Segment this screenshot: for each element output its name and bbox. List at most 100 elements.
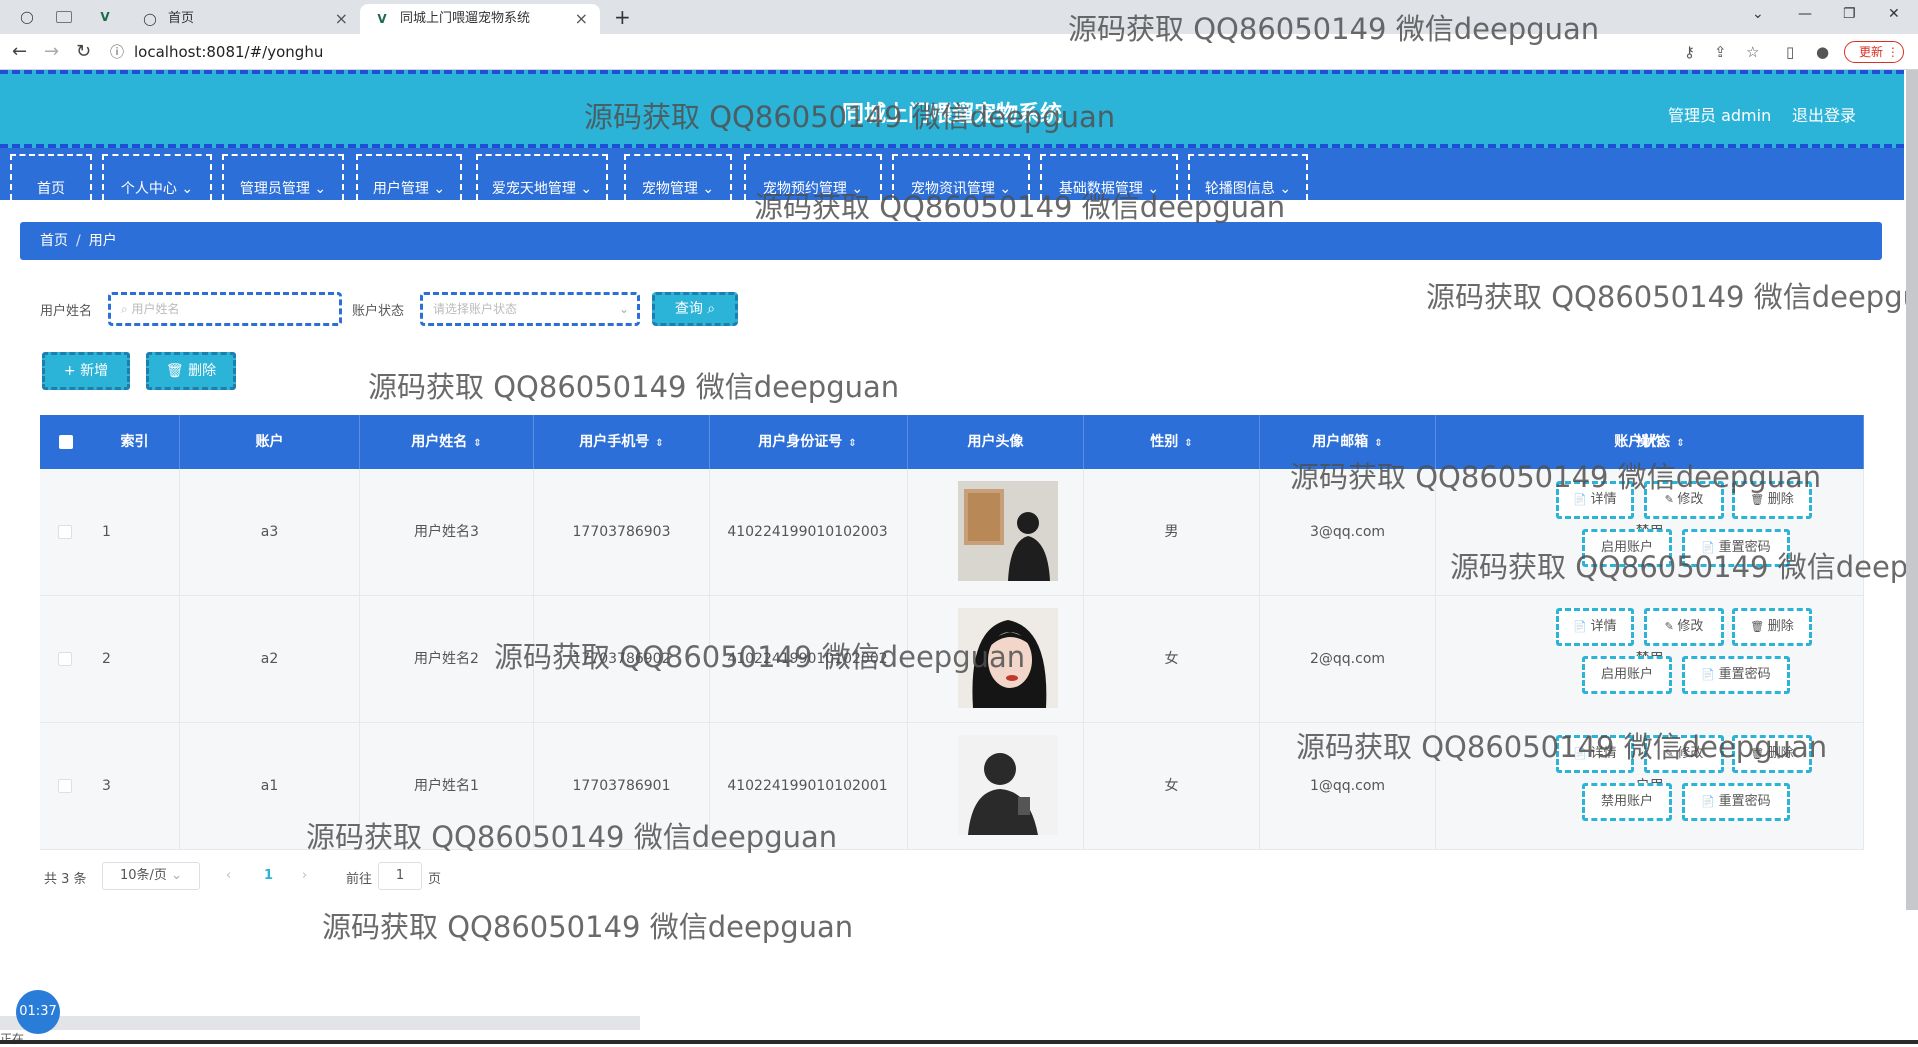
menu-item-0[interactable]: 首页 [10,154,92,200]
cell-avatar [908,469,1084,596]
reload-icon[interactable]: ↻ [76,41,91,62]
minimize-icon[interactable]: — [1798,6,1812,22]
toggle-account-button[interactable]: 启用账户 [1582,529,1672,567]
horizontal-scrollbar[interactable] [0,1016,640,1030]
sidebar-icon[interactable]: ▯ [1786,43,1794,61]
toggle-account-button[interactable]: 禁用账户 [1582,783,1672,821]
select-all-checkbox[interactable] [59,435,73,449]
op-label: 重置密码 [1718,540,1771,555]
page-size-select[interactable]: 10条/页 ⌄ [102,862,200,890]
detail-button[interactable]: 📄 详情 [1556,608,1634,646]
share-icon[interactable]: ⇪ [1714,43,1727,61]
restore-icon[interactable]: ❐ [1843,6,1856,22]
cell-gender: 女 [1084,723,1260,850]
reset-password-button[interactable]: 📄 重置密码 [1682,656,1790,694]
update-button[interactable]: 更新 ⋮ [1844,41,1904,63]
window-menu-icon[interactable]: ◯ [18,8,36,26]
menu-item-4[interactable]: 爱宠天地管理 ⌄ [476,154,608,200]
breadcrumb-home[interactable]: 首页 [40,233,68,249]
column-header[interactable]: 用户邮箱 ⇕ [1260,415,1436,469]
edit-button[interactable]: ✎ 修改 [1644,481,1724,519]
url-input[interactable]: ⓘ localhost:8081/#/yonghu [110,38,1640,66]
menu-item-2[interactable]: 管理员管理 ⌄ [222,154,344,200]
tab-home[interactable]: ◯ 首页 × [128,4,360,34]
document-icon: 📄 [1573,493,1591,506]
cell-phone: 17703786901 [534,723,710,850]
sort-icon[interactable]: ⇕ [473,438,481,449]
batch-delete-button[interactable]: 🗑 删除 [146,352,236,390]
status-select[interactable]: 请选择账户状态 ⌄ [420,292,640,326]
reset-password-button[interactable]: 📄 重置密码 [1682,529,1790,567]
tab-search-icon[interactable] [56,11,72,23]
document-icon: 📄 [1573,747,1591,760]
column-header-label: 用户姓名 [411,434,468,450]
next-page-icon[interactable]: › [302,868,307,883]
current-page[interactable]: 1 [264,868,273,883]
status-filter-label: 账户状态 [352,304,405,319]
row-checkbox[interactable] [58,779,72,793]
close-icon[interactable]: × [575,4,588,34]
search-icon: ⌕ [707,301,716,317]
delete-button[interactable]: 🗑 删除 [1732,481,1812,519]
sort-icon[interactable]: ⇕ [655,438,663,449]
sort-icon[interactable]: ⇕ [1184,438,1192,449]
goto-page-input[interactable]: 1 [378,862,422,890]
menu-item-3[interactable]: 用户管理 ⌄ [356,154,462,200]
key-icon[interactable]: ⚷ [1684,43,1695,61]
menu-item-5[interactable]: 宠物管理 ⌄ [624,154,732,200]
op-label: 禁用账户 [1600,794,1653,809]
column-header[interactable]: 用户身份证号 ⇕ [708,415,908,469]
name-placeholder: 用户姓名 [131,302,180,316]
menu-item-8[interactable]: 基础数据管理 ⌄ [1040,154,1178,200]
cell-name: 用户姓名3 [360,469,534,596]
column-header[interactable]: 用户手机号 ⇕ [534,415,710,469]
reset-password-button[interactable]: 📄 重置密码 [1682,783,1790,821]
address-bar: ← → ↻ ⓘ localhost:8081/#/yonghu ⚷ ⇪ ☆ ▯ ●… [0,34,1918,70]
menu-item-1[interactable]: 个人中心 ⌄ [102,154,212,200]
sort-icon[interactable]: ⇕ [1374,438,1382,449]
document-icon: 📄 [1701,795,1719,808]
column-header[interactable]: 用户头像 [908,415,1084,469]
logout-link[interactable]: 退出登录 [1792,102,1856,126]
detail-button[interactable]: 📄 详情 [1556,481,1634,519]
edit-button[interactable]: ✎ 修改 [1644,608,1724,646]
status-placeholder: 请选择账户状态 [433,302,518,316]
menu-item-7[interactable]: 宠物资讯管理 ⌄ [892,154,1030,200]
back-icon[interactable]: ← [12,41,27,62]
op-label: 启用账户 [1600,667,1653,682]
chevron-down-icon[interactable]: ⌄ [1752,6,1764,22]
sort-icon[interactable]: ⇕ [848,438,856,449]
tab-system[interactable]: V 同城上门喂遛宠物系统 × [360,4,600,34]
recording-timer: 01:37 [16,990,60,1034]
detail-button[interactable]: 📄 详情 [1556,735,1634,773]
cell-account: a3 [180,469,360,596]
close-icon[interactable]: × [335,4,348,34]
column-header: 操作 [1436,415,1864,469]
forward-icon[interactable]: → [44,41,59,62]
app-title: 同城上门喂遛宠物系统 [841,102,1062,127]
menu-item-6[interactable]: 宠物预约管理 ⌄ [744,154,882,200]
delete-button[interactable]: 🗑 删除 [1732,608,1812,646]
add-button[interactable]: + 新增 [42,352,130,390]
toggle-account-button[interactable]: 启用账户 [1582,656,1672,694]
edit-button[interactable]: ✎ 修改 [1644,735,1724,773]
name-search-input[interactable]: ⌕ 用户姓名 [108,292,342,326]
delete-button[interactable]: 🗑 删除 [1732,735,1812,773]
close-window-icon[interactable]: ✕ [1888,6,1900,22]
cell-index: 1 [90,469,180,596]
menu-item-9[interactable]: 轮播图信息 ⌄ [1188,154,1308,200]
column-header[interactable]: 性别 ⇕ [1084,415,1260,469]
query-button[interactable]: 查询 ⌕ [652,292,738,326]
op-label: 修改 [1677,492,1704,507]
info-icon: ⓘ [110,45,124,61]
row-checkbox[interactable] [58,652,72,666]
vertical-scrollbar[interactable] [1906,70,1918,910]
profile-icon[interactable]: ● [1816,43,1829,61]
avatar [958,608,1058,708]
prev-page-icon[interactable]: ‹ [226,868,231,883]
cell-id_no: 410224199010102003 [708,469,908,596]
new-tab-icon[interactable]: + [614,5,631,29]
column-header[interactable]: 用户姓名 ⇕ [360,415,534,469]
row-checkbox[interactable] [58,525,72,539]
star-icon[interactable]: ☆ [1746,43,1759,61]
